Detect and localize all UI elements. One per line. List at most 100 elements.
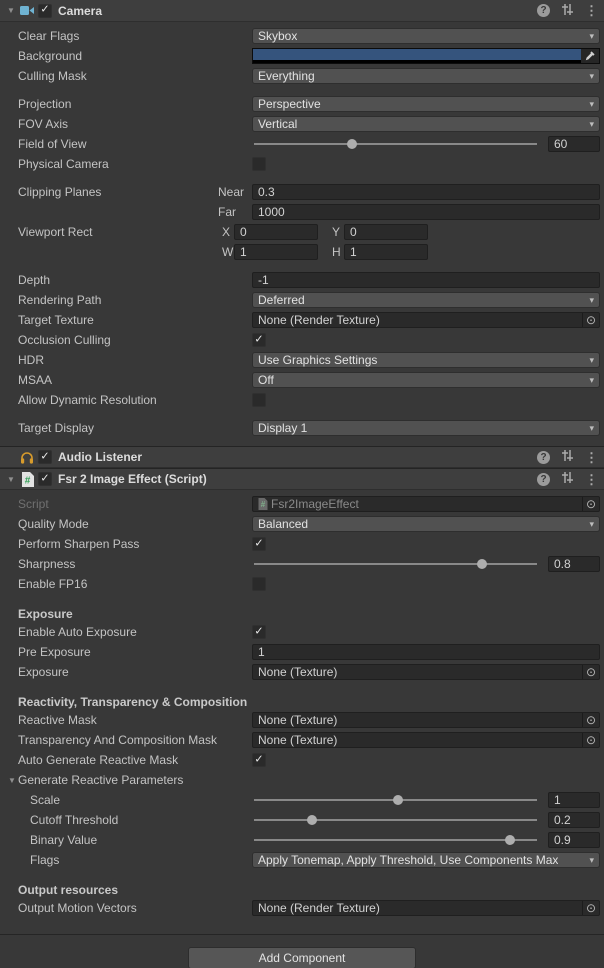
eyedropper-icon[interactable] (581, 49, 599, 63)
allow-dynamic-resolution-checkbox[interactable] (252, 393, 266, 407)
quality-mode-value: Balanced (258, 517, 308, 531)
near-input[interactable]: 0.3 (252, 184, 600, 200)
fov-axis-dropdown[interactable]: Vertical▾ (252, 116, 600, 132)
object-picker-icon[interactable]: ⊙ (582, 713, 599, 727)
object-picker-icon[interactable]: ⊙ (582, 733, 599, 747)
object-picker-icon[interactable]: ⊙ (582, 497, 599, 511)
far-input[interactable]: 1000 (252, 204, 600, 220)
generate-reactive-parameters-foldout-icon[interactable]: ▼ (6, 776, 18, 785)
physical-camera-checkbox[interactable] (252, 157, 266, 171)
y-label: Y (332, 225, 344, 239)
perform-sharpen-pass-checkbox[interactable]: ✓ (252, 537, 266, 551)
audio-listener-enabled-checkbox[interactable]: ✓ (38, 450, 52, 464)
viewport-h-input[interactable]: 1 (344, 244, 428, 260)
fsr2-component-header[interactable]: ▼ # ✓ Fsr 2 Image Effect (Script) ? ⋮ (0, 468, 604, 490)
reactive-mask-row: Reactive Mask None (Texture)⊙ (0, 710, 604, 730)
clipping-planes-near-row: Clipping Planes Near 0.3 (0, 182, 604, 202)
background-color-swatch[interactable] (253, 49, 581, 63)
pre-exposure-input[interactable]: 1 (252, 644, 600, 660)
exposure-field[interactable]: None (Texture)⊙ (252, 664, 600, 680)
check-icon: ✓ (40, 451, 49, 462)
enable-fp16-checkbox[interactable] (252, 577, 266, 591)
viewport-w-input[interactable]: 1 (234, 244, 318, 260)
scale-slider[interactable] (252, 792, 539, 808)
transparency-mask-field[interactable]: None (Texture)⊙ (252, 732, 600, 748)
hdr-dropdown[interactable]: Use Graphics Settings▾ (252, 352, 600, 368)
projection-dropdown[interactable]: Perspective▾ (252, 96, 600, 112)
rendering-path-dropdown[interactable]: Deferred▾ (252, 292, 600, 308)
viewport-y-input[interactable]: 0 (344, 224, 428, 240)
slider-handle[interactable] (477, 559, 487, 569)
target-display-label: Target Display (0, 421, 252, 435)
cutoff-threshold-slider[interactable] (252, 812, 539, 828)
field-of-view-input[interactable]: 60 (548, 136, 600, 152)
audio-listener-component-header[interactable]: ▼ ✓ Audio Listener ? ⋮ (0, 446, 604, 468)
camera-enabled-checkbox[interactable]: ✓ (38, 4, 52, 18)
hdr-label: HDR (0, 353, 252, 367)
depth-input[interactable]: -1 (252, 272, 600, 288)
enable-auto-exposure-checkbox[interactable]: ✓ (252, 625, 266, 639)
msaa-dropdown[interactable]: Off▾ (252, 372, 600, 388)
flags-dropdown[interactable]: Apply Tonemap, Apply Threshold, Use Comp… (252, 852, 600, 868)
viewport-rect-label: Viewport Rect (0, 225, 222, 239)
slider-handle[interactable] (347, 139, 357, 149)
add-component-button[interactable]: Add Component (188, 947, 416, 968)
help-icon[interactable]: ? (537, 451, 550, 464)
binary-value-input[interactable]: 0.9 (548, 832, 600, 848)
quality-mode-dropdown[interactable]: Balanced▾ (252, 516, 600, 532)
slider-handle[interactable] (505, 835, 515, 845)
camera-component-header[interactable]: ▼ ✓ Camera ? ⋮ (0, 0, 604, 22)
sharpness-slider[interactable] (252, 556, 539, 572)
auto-generate-reactive-mask-checkbox[interactable]: ✓ (252, 753, 266, 767)
target-texture-field[interactable]: None (Render Texture)⊙ (252, 312, 600, 328)
flags-value: Apply Tonemap, Apply Threshold, Use Comp… (258, 853, 558, 867)
occlusion-culling-label: Occlusion Culling (0, 333, 252, 347)
generate-reactive-parameters-row: ▼ Generate Reactive Parameters (0, 770, 604, 790)
help-icon[interactable]: ? (537, 4, 550, 17)
msaa-row: MSAA Off▾ (0, 370, 604, 390)
target-texture-row: Target Texture None (Render Texture)⊙ (0, 310, 604, 330)
h-label: H (332, 245, 344, 259)
fsr2-foldout-icon[interactable]: ▼ (4, 475, 18, 484)
exposure-section-header: Exposure (0, 606, 604, 622)
culling-mask-dropdown[interactable]: Everything▾ (252, 68, 600, 84)
cutoff-threshold-label: Cutoff Threshold (0, 813, 252, 827)
scale-input[interactable]: 1 (548, 792, 600, 808)
fsr2-enabled-checkbox[interactable]: ✓ (38, 472, 52, 486)
object-picker-icon[interactable]: ⊙ (582, 901, 599, 915)
sharpness-input[interactable]: 0.8 (548, 556, 600, 572)
chevron-down-icon: ▾ (585, 295, 594, 306)
fov-axis-row: FOV Axis Vertical▾ (0, 114, 604, 134)
clear-flags-dropdown[interactable]: Skybox▾ (252, 28, 600, 44)
viewport-x-input[interactable]: 0 (234, 224, 318, 240)
headphones-icon (18, 449, 36, 465)
background-color-field[interactable] (252, 48, 600, 64)
kebab-menu-icon[interactable]: ⋮ (585, 473, 598, 486)
object-picker-icon[interactable]: ⊙ (582, 665, 599, 679)
target-display-row: Target Display Display 1▾ (0, 418, 604, 438)
slider-handle[interactable] (393, 795, 403, 805)
kebab-menu-icon[interactable]: ⋮ (585, 451, 598, 464)
presets-icon[interactable] (561, 3, 574, 19)
cutoff-threshold-input[interactable]: 0.2 (548, 812, 600, 828)
reactive-mask-field[interactable]: None (Texture)⊙ (252, 712, 600, 728)
camera-foldout-icon[interactable]: ▼ (4, 6, 18, 15)
physical-camera-label: Physical Camera (0, 157, 252, 171)
output-motion-vectors-field[interactable]: None (Render Texture)⊙ (252, 900, 600, 916)
object-picker-icon[interactable]: ⊙ (582, 313, 599, 327)
presets-icon[interactable] (561, 471, 574, 487)
slider-handle[interactable] (307, 815, 317, 825)
occlusion-culling-checkbox[interactable]: ✓ (252, 333, 266, 347)
binary-value-slider[interactable] (252, 832, 539, 848)
help-icon[interactable]: ? (537, 473, 550, 486)
exposure-label: Exposure (0, 665, 252, 679)
presets-icon[interactable] (561, 449, 574, 465)
script-field[interactable]: # Fsr2ImageEffect ⊙ (252, 496, 600, 512)
kebab-menu-icon[interactable]: ⋮ (585, 4, 598, 17)
field-of-view-slider[interactable] (252, 136, 539, 152)
target-display-dropdown[interactable]: Display 1▾ (252, 420, 600, 436)
field-of-view-label: Field of View (0, 137, 252, 151)
allow-dynamic-resolution-label: Allow Dynamic Resolution (0, 393, 252, 407)
inspector-panel: ▼ ✓ Camera ? ⋮ Clear Flags Skybox▾ Backg… (0, 0, 604, 968)
rendering-path-row: Rendering Path Deferred▾ (0, 290, 604, 310)
